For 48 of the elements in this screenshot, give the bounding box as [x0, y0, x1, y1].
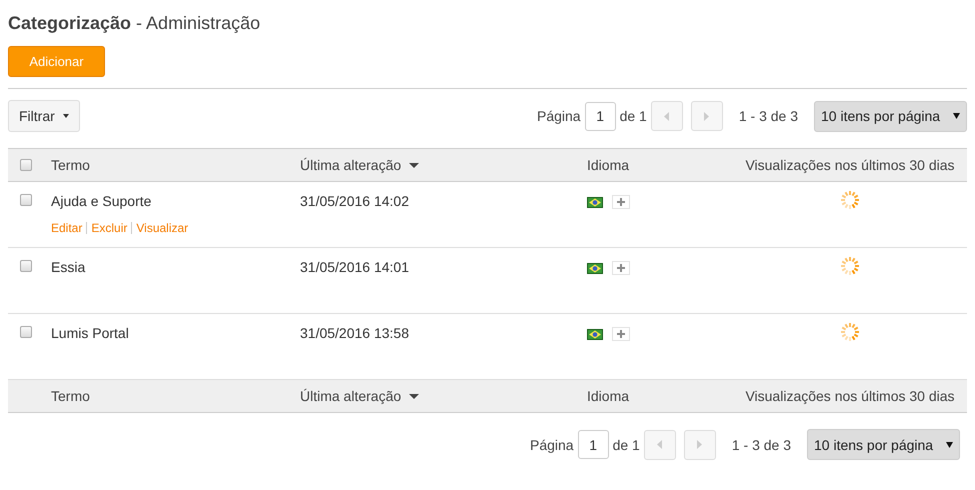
left-triangle-icon: [657, 440, 662, 449]
plus-icon: [617, 264, 625, 272]
add-language-button[interactable]: [612, 327, 630, 341]
column-header[interactable]: Termo: [51, 157, 90, 173]
page-field[interactable]: 1: [578, 430, 609, 459]
items-per-page-select[interactable]: 10 itens por página: [807, 429, 960, 460]
caret-icon: [946, 442, 953, 448]
row-checkbox[interactable]: [20, 194, 32, 206]
column-header[interactable]: Termo: [51, 388, 90, 404]
caret-icon: [62, 114, 69, 118]
plus-icon: [617, 198, 625, 206]
item-range: 1 - 3 de 3: [732, 436, 791, 452]
term-cell: Lumis Portal: [51, 325, 129, 341]
add-language-button[interactable]: [612, 195, 630, 209]
filter-button[interactable]: Filtrar: [8, 100, 80, 132]
caret-icon: [953, 113, 960, 119]
page-label: Página: [537, 108, 581, 124]
column-header[interactable]: Idioma: [587, 157, 630, 173]
page-count: de 1: [620, 108, 647, 124]
page-label: Página: [530, 436, 574, 452]
loading-spinner-icon: [840, 190, 860, 210]
right-triangle-icon: [704, 112, 710, 120]
loading-spinner-icon: [840, 322, 860, 342]
loading-spinner-icon: [840, 256, 860, 276]
plus-icon: [617, 330, 625, 338]
row-checkbox[interactable]: [20, 260, 32, 272]
row-checkbox[interactable]: [20, 326, 32, 338]
page-count: de 1: [612, 436, 640, 452]
page-title: Categorização: [8, 13, 132, 34]
date-cell: 31/05/2016 14:02: [300, 193, 409, 209]
column-header[interactable]: Última alteração: [300, 157, 402, 173]
date-cell: 31/05/2016 13:58: [300, 325, 409, 341]
term-cell: Ajuda e Suporte: [51, 193, 152, 209]
add-language-button[interactable]: [612, 261, 630, 275]
left-triangle-icon: [664, 112, 670, 120]
flag-icon: [587, 262, 603, 274]
item-range: 1 - 3 de 3: [738, 108, 798, 124]
right-triangle-icon: [697, 440, 702, 449]
date-cell: 31/05/2016 14:01: [300, 259, 409, 275]
column-header[interactable]: Idioma: [587, 388, 630, 404]
page-field[interactable]: 1: [584, 102, 616, 130]
term-cell: Essia: [51, 259, 86, 275]
items-per-page-select[interactable]: 10 itens por página: [814, 100, 967, 132]
flag-icon: [587, 328, 603, 340]
page-subtitle: - Administração: [136, 13, 260, 34]
flag-icon: [587, 196, 603, 208]
select-all-checkbox[interactable]: [20, 159, 32, 171]
column-header[interactable]: Última alteração: [300, 388, 402, 404]
